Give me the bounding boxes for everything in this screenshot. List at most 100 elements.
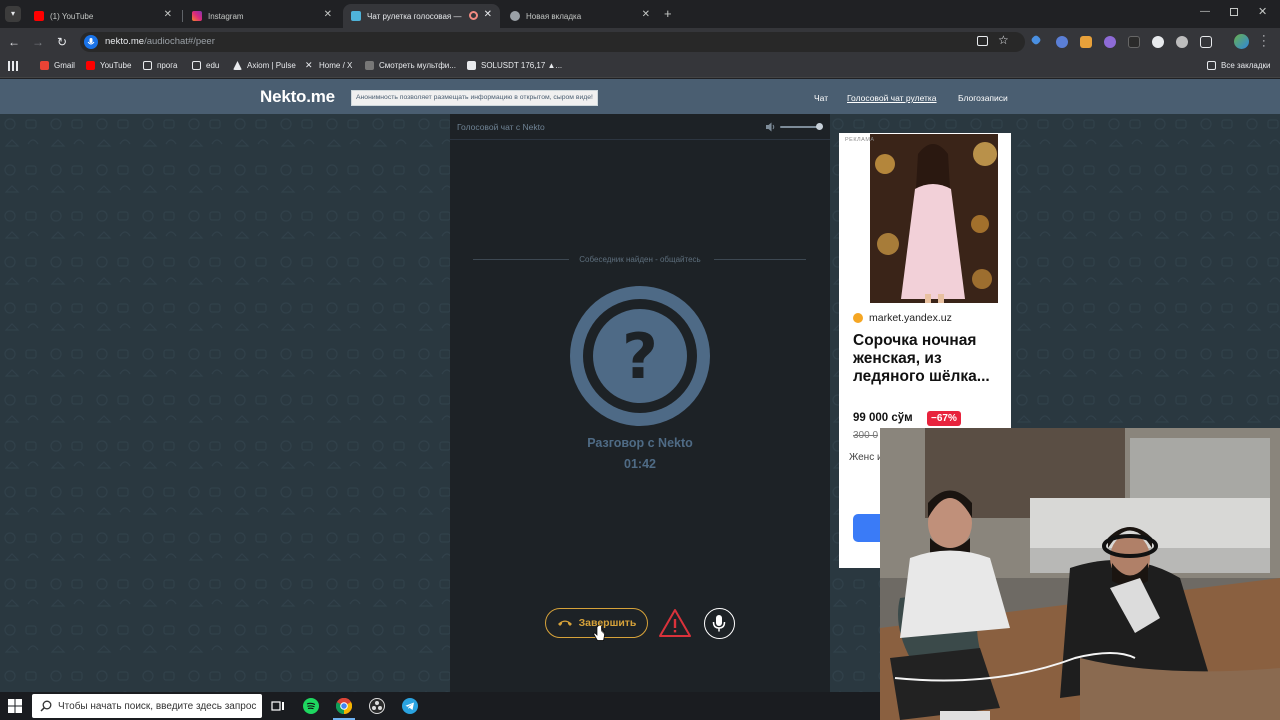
new-tab-button[interactable]: + [664,6,672,21]
folder-icon [192,61,201,70]
install-app-icon[interactable] [977,36,988,46]
bookmark-youtube[interactable]: YouTube [86,61,131,70]
bookmark-folder-edu[interactable]: edu [192,61,219,70]
bookmark-gmail[interactable]: Gmail [40,61,75,70]
recording-indicator-icon [469,11,478,20]
extension-gray-icon[interactable] [1176,36,1188,48]
obs-icon[interactable] [369,698,385,714]
extension-bird-icon[interactable] [1056,36,1068,48]
tab-title: Новая вкладка [526,11,582,21]
bookmarks-bar: Gmail YouTube прога edu Axiom | Pulse ✕ H… [0,56,1280,78]
webcam-overlay [880,428,1280,720]
tab-title: (1) YouTube [50,11,94,21]
nekto-icon [351,11,361,21]
extension-bolt-icon[interactable] [1080,36,1092,48]
nav-link-chat[interactable]: Чат [814,93,828,103]
task-view-icon[interactable] [270,698,286,714]
ad-product-image [870,134,998,303]
browser-tab-strip: ▾ (1) YouTube ✕ Instagram ✕ Чат рулетка … [0,0,1280,28]
tab-nekto-voice-chat[interactable]: Чат рулетка голосовая — ✕ [343,4,500,28]
volume-slider[interactable] [780,126,820,128]
address-bar[interactable]: nekto.me/audiochat#/peer ☆ [80,32,1025,52]
film-icon [365,61,374,70]
ad-discount-badge: −67% [927,411,961,426]
divider [714,259,806,260]
site-logo[interactable]: Nekto.me [260,87,335,107]
bookmark-x[interactable]: ✕ Home / X [305,60,352,71]
folder-icon [143,61,152,70]
folder-icon [1207,61,1216,70]
end-call-label: Завершить [578,617,637,629]
tab-youtube[interactable]: (1) YouTube ✕ [26,4,180,28]
call-timer: 01:42 [624,457,656,471]
gmail-icon [40,61,49,70]
all-bookmarks[interactable]: Все закладки [1207,61,1270,70]
ad-price: 99 000 сўм [853,412,913,424]
extension-planet-icon[interactable] [1104,36,1116,48]
yandex-market-icon [853,313,863,323]
maximize-button[interactable] [1230,8,1238,16]
tab-title: Instagram [208,11,244,21]
bookmark-solusdt[interactable]: SOLUSDT 176,17 ▲... [467,61,562,70]
reload-button[interactable]: ↻ [54,34,70,50]
nav-link-voice-chat[interactable]: Голосовой чат рулетка [847,93,937,103]
volume-slider-handle[interactable] [816,123,823,130]
voice-chat-panel: Голосовой чат с Nekto Собеседник найден … [450,114,830,692]
close-icon[interactable]: ✕ [324,9,332,20]
extension-diamond-icon[interactable] [1030,34,1042,46]
hand-cursor-icon [593,626,605,641]
spotify-icon[interactable] [303,698,319,714]
report-warning-icon[interactable] [658,608,692,638]
svg-text:?: ? [622,320,658,393]
ad-options-icon[interactable]: ⋮ [996,137,1006,148]
axiom-icon [233,61,242,70]
chrome-icon[interactable] [336,698,352,714]
forward-button[interactable]: → [30,34,46,50]
close-icon[interactable]: ✕ [484,9,492,20]
ad-domain: market.yandex.uz [869,312,952,324]
tab-search-button[interactable]: ▾ [5,6,21,22]
chrome-icon [510,11,520,21]
minimize-button[interactable]: — [1200,6,1210,17]
chat-title: Голосовой чат с Nekto [457,122,545,132]
youtube-icon [34,11,44,21]
bookmark-axiom[interactable]: Axiom | Pulse [233,61,296,70]
bookmark-star-icon[interactable]: ☆ [998,33,1009,47]
youtube-icon [86,61,95,70]
anonymous-avatar-icon: ? [570,286,710,426]
anonymity-notice: Анонимность позволяет размещать информац… [351,90,598,106]
menu-kebab-icon[interactable]: · · · [1262,31,1266,52]
tab-instagram[interactable]: Instagram ✕ [184,4,340,28]
close-icon[interactable]: ✕ [164,9,172,20]
site-header: Nekto.me Анонимность позволяет размещать… [0,79,1280,114]
site-info-icon[interactable] [84,35,98,49]
bookmark-folder-proga[interactable]: прога [143,61,177,70]
bookmark-cartoons[interactable]: Смотреть мультфи... [365,61,456,70]
volume-icon[interactable] [765,121,777,133]
windows-taskbar: Чтобы начать поиск, введите здесь запрос [0,692,880,720]
x-icon: ✕ [305,60,313,70]
profile-avatar[interactable] [1234,34,1249,49]
microphone-button[interactable] [704,608,735,639]
taskbar-search-input[interactable]: Чтобы начать поиск, введите здесь запрос [32,694,262,718]
extension-circle-icon[interactable] [1152,36,1164,48]
close-icon[interactable]: ✕ [642,9,650,20]
instagram-icon [192,11,202,21]
ad-old-price: 300 0 [853,430,879,441]
nav-link-blog[interactable]: Блогозаписи [958,93,1008,103]
browser-toolbar: ← → ↻ nekto.me/audiochat#/peer ☆ · · · [0,28,1280,56]
chat-header: Голосовой чат с Nekto [450,114,830,140]
extensions-puzzle-icon[interactable] [1200,36,1212,48]
apps-grid-icon[interactable] [8,61,18,71]
telegram-icon[interactable] [402,698,418,714]
close-window-button[interactable]: ✕ [1258,5,1267,18]
ad-title[interactable]: Сорочка ночная женская, из ледяного шёлк… [853,332,1003,386]
microphone-icon [712,615,726,632]
extension-hat-icon[interactable] [1128,36,1140,48]
tab-new-tab[interactable]: Новая вкладка ✕ [502,4,658,28]
back-button[interactable]: ← [6,34,22,50]
ad-label: РЕКЛАМА [845,137,875,143]
windows-start-icon[interactable] [8,699,22,713]
tradingview-icon [467,61,476,70]
conversation-label: Разговор с Nekto [587,436,693,450]
